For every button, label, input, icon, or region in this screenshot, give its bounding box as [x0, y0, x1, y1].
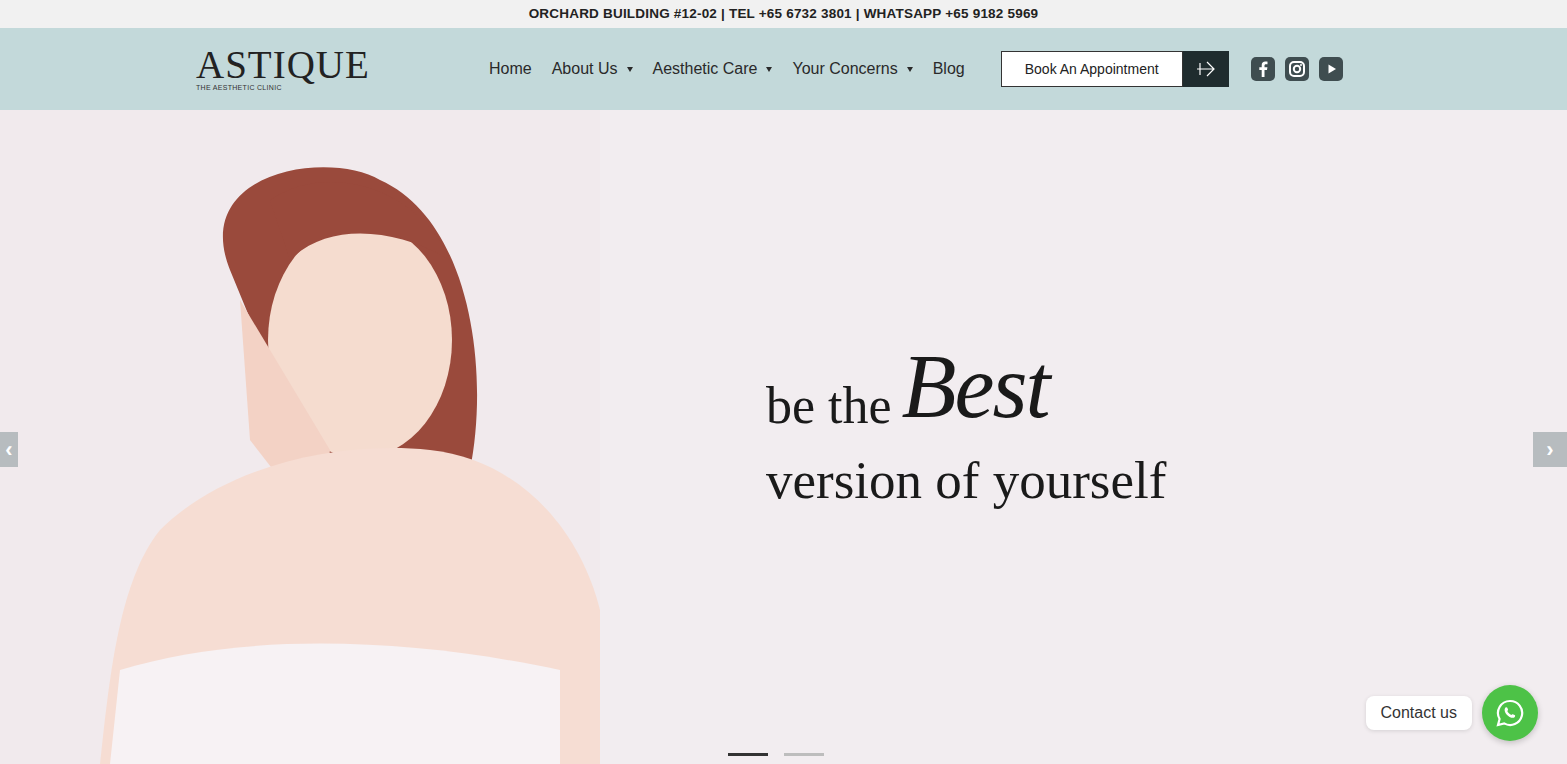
hero-slider: be theBest version of yourself ‹ › Contact u…: [0, 110, 1567, 764]
nav-label[interactable]: Aesthetic Care: [653, 57, 758, 81]
slide-indicator[interactable]: [728, 753, 768, 756]
youtube-icon: [1319, 57, 1343, 81]
slide-indicator[interactable]: [784, 753, 824, 756]
book-appointment-button[interactable]: Book An Appointment: [1001, 51, 1229, 87]
nav-label[interactable]: About Us: [552, 57, 618, 81]
hero-text: version of yourself: [766, 454, 1166, 507]
nav-item[interactable]: Home: [489, 57, 532, 81]
nav-item[interactable]: Aesthetic Care: [653, 57, 773, 81]
nav-label[interactable]: Home: [489, 57, 532, 81]
book-arrow[interactable]: [1183, 51, 1229, 87]
nav-item[interactable]: Your Concerns: [792, 57, 912, 81]
whatsapp-button[interactable]: [1482, 685, 1538, 741]
caret-icon[interactable]: [627, 67, 633, 72]
logo-name[interactable]: ASTIQUE: [196, 48, 489, 82]
hero-line: be theBest: [766, 342, 1166, 432]
main-navbar: ASTIQUE THE AESTHETIC CLINICHome About Us A…: [0, 28, 1567, 110]
nav-item[interactable]: About Us: [552, 57, 633, 81]
facebook-icon: [1251, 57, 1275, 81]
nav-label[interactable]: Blog: [933, 57, 965, 81]
chat-label[interactable]: Contact us: [1366, 696, 1472, 730]
contact-info: ORCHARD BUILDING #12-02 | TEL +65 6732 3…: [529, 4, 1039, 24]
hero-photo: [0, 110, 600, 764]
whatsapp-icon: [1495, 698, 1525, 728]
book-label[interactable]: Book An Appointment: [1001, 51, 1183, 87]
slide-indicators: [728, 753, 824, 756]
caret-icon[interactable]: [907, 67, 913, 72]
woman-photo-icon: [0, 110, 600, 764]
nav-item[interactable]: Blog: [933, 57, 965, 81]
caret-icon[interactable]: [766, 67, 772, 72]
hero-accent: Best: [902, 342, 1049, 432]
chat-widget[interactable]: Contact us: [1366, 685, 1538, 741]
social-links: [1251, 57, 1343, 81]
nav-menu: Home About Us Aesthetic Care Your Concerns B…: [489, 57, 965, 81]
top-bar: ORCHARD BUILDING #12-02 | TEL +65 6732 3…: [0, 0, 1567, 28]
hero-text: be the: [766, 380, 892, 432]
nav-label[interactable]: Your Concerns: [792, 57, 897, 81]
logo[interactable]: ASTIQUE THE AESTHETIC CLINIC: [196, 48, 489, 91]
prev-slide-button[interactable]: ‹: [0, 432, 18, 467]
instagram-icon: [1285, 57, 1309, 81]
next-slide-button[interactable]: ›: [1533, 432, 1567, 467]
logo-tagline: THE AESTHETIC CLINIC: [196, 84, 489, 91]
facebook-link[interactable]: [1251, 57, 1275, 81]
youtube-link[interactable]: [1319, 57, 1343, 81]
arrow-right-icon: [1195, 60, 1217, 78]
instagram-link[interactable]: [1285, 57, 1309, 81]
hero-heading: be theBest version of yourself: [766, 110, 1166, 764]
